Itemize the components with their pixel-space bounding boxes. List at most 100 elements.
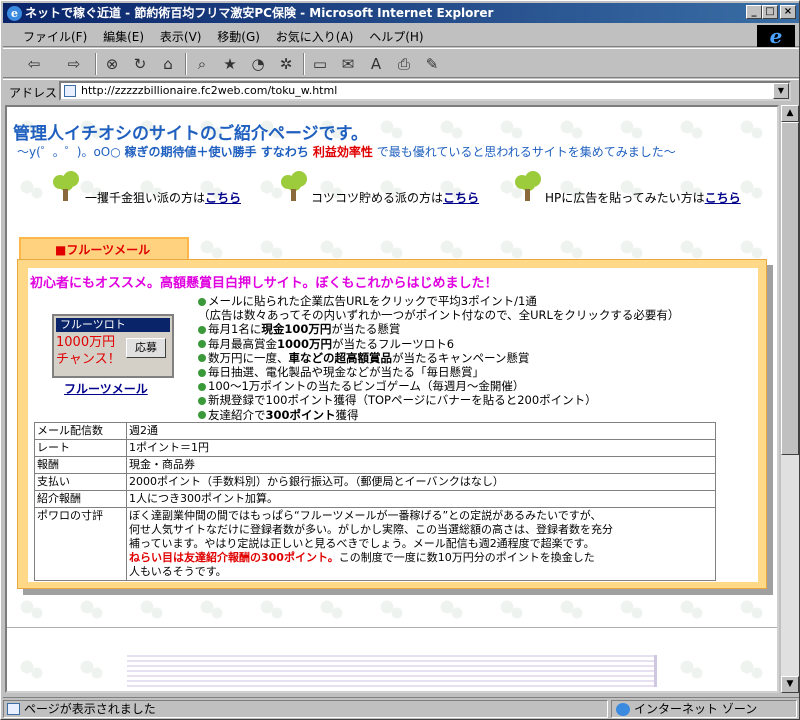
- ie-logo-icon: e: [757, 25, 795, 47]
- status-bar: ページが表示されました インターネット ゾーン: [3, 697, 799, 719]
- feature-item: 数万円に一度、車などの超高額賞品が当たるキャンペーン懸賞: [198, 351, 758, 365]
- table-row: 紹介報酬 1人につき300ポイント加算。: [34, 490, 716, 508]
- toolbar: ⇦ ⇨ ⊗ ↻ ⌂ ⌕ ★ ◔ ✲ ▭ ✉ A ⎙ ✎: [3, 48, 799, 78]
- review-text: ぼく達副業仲間の間ではもっぱら“フルーツメールが一番稼げる”との定説があるみたい…: [126, 507, 716, 581]
- banner-apply-button[interactable]: 応募: [126, 338, 166, 358]
- mail-icon[interactable]: ✉: [337, 53, 359, 75]
- section-tab: ■フルーツメール: [19, 237, 189, 261]
- menu-favorites[interactable]: お気に入り(A): [270, 25, 360, 48]
- subtitle-red: 利益効率性: [308, 145, 373, 159]
- back-icon[interactable]: ⇦: [23, 53, 45, 75]
- nav-link-ads[interactable]: こちら: [705, 191, 741, 205]
- status-text-panel: ページが表示されました: [3, 700, 608, 718]
- status-text: ページが表示されました: [24, 702, 156, 716]
- nav-text: 一攫千金狙い派の方は: [85, 191, 206, 205]
- feature-item: 100～1万ポイントの当たるビンゴゲーム（毎週月～金開催）: [198, 379, 758, 393]
- subtitle-rest: で最も優れていると思われるサイトを集めてみました～: [372, 145, 676, 159]
- nav-item-steady: コツコツ貯める派の方はこちら: [311, 189, 479, 206]
- menu-go[interactable]: 移動(G): [211, 25, 266, 48]
- table-value: 1ポイント＝1円: [126, 439, 716, 457]
- table-row: レート 1ポイント＝1円: [34, 439, 716, 457]
- stop-icon[interactable]: ⊗: [101, 53, 123, 75]
- font-icon[interactable]: A: [365, 53, 387, 75]
- address-dropdown-icon[interactable]: ▼: [773, 83, 789, 99]
- table-value: 1人につき300ポイント加算。: [126, 490, 716, 508]
- info-table: メール配信数 週2通 レート 1ポイント＝1円 報酬 現金・商品券 支払い 2000ポイ…: [34, 422, 716, 581]
- table-key: 支払い: [34, 473, 127, 491]
- banner-line2: チャンス！: [56, 352, 121, 367]
- banner-title: フルーツロト: [56, 318, 170, 332]
- vertical-scrollbar[interactable]: ▲ ▼: [781, 105, 799, 693]
- bullet-icon: [198, 368, 206, 377]
- page-subtitle: ～y(゜。゜)。oO○ 稼ぎの期待値＋使い勝手 すなわち 利益効率性 で最も優れ…: [17, 143, 676, 160]
- forward-icon[interactable]: ⇨: [63, 53, 85, 75]
- page-done-icon: [7, 703, 20, 715]
- edit-icon[interactable]: ✎: [421, 53, 443, 75]
- tree-icon: [513, 171, 543, 201]
- address-label: アドレス: [9, 86, 58, 100]
- table-key: レート: [34, 439, 127, 457]
- globe-icon: [616, 703, 630, 716]
- status-zone-panel: インターネット ゾーン: [611, 700, 797, 718]
- channels-icon[interactable]: ✲: [275, 53, 297, 75]
- refresh-icon[interactable]: ↻: [129, 53, 151, 75]
- search-icon[interactable]: ⌕: [191, 53, 213, 75]
- bullet-icon: [198, 354, 206, 363]
- fruitmail-link[interactable]: フルーツメール: [64, 380, 148, 397]
- close-button[interactable]: ×: [780, 5, 796, 19]
- nav-text: HPに広告を貼ってみたい方は: [545, 191, 705, 205]
- feature-item: 毎月最高賞金1000万円が当たるフルーツロト6: [198, 337, 758, 351]
- menu-view[interactable]: 表示(V): [154, 25, 208, 48]
- table-key: ポワロの寸評: [34, 507, 127, 581]
- minimize-button[interactable]: _: [746, 5, 762, 19]
- table-key: 紹介報酬: [34, 490, 127, 508]
- bullet-icon: [198, 411, 206, 420]
- browser-window: e ネットで稼ぐ近道 - 節約術百均フリマ激安PC保険 - Microsoft …: [0, 0, 800, 720]
- table-key: 報酬: [34, 456, 127, 474]
- menu-bar: ファイル(F) 編集(E) 表示(V) 移動(G) お気に入り(A) ヘルプ(H…: [3, 25, 799, 47]
- feature-item: メールに貼られた企業広告URLをクリックで平均3ポイント/1通: [198, 294, 758, 308]
- window-title: ネットで稼ぐ近道 - 節約術百均フリマ激安PC保険 - Microsoft In…: [25, 6, 494, 20]
- table-value: 現金・商品券: [126, 456, 716, 474]
- feature-item: 毎月1名に現金100万円が当たる懸賞: [198, 322, 758, 336]
- bullet-icon: [198, 396, 206, 405]
- review-highlight: ねらい目は友達紹介報酬の300ポイント。: [129, 551, 339, 564]
- maximize-button[interactable]: □: [762, 5, 778, 19]
- table-row: 報酬 現金・商品券: [34, 456, 716, 474]
- page-title: 管理人イチオシのサイトのご紹介ページです。: [13, 124, 368, 144]
- address-input[interactable]: http://zzzzzbillionaire.fc2web.com/toku_…: [59, 81, 791, 101]
- nav-item-ads: HPに広告を貼ってみたい方はこちら: [545, 189, 741, 206]
- scroll-up-icon[interactable]: ▲: [781, 105, 799, 122]
- site-card: 初心者にもオススメ。高額懸賞目白押しサイト。ぼくもこれからはじめました！ フルー…: [17, 259, 767, 589]
- bullet-icon: [198, 382, 206, 391]
- table-value: 週2通: [126, 422, 716, 440]
- favorites-icon[interactable]: ★: [219, 53, 241, 75]
- nav-link-jackpot[interactable]: こちら: [205, 191, 241, 205]
- history-icon[interactable]: ◔: [247, 53, 269, 75]
- scroll-thumb[interactable]: [781, 122, 799, 455]
- fruit-loto-banner[interactable]: フルーツロト 1000万円 チャンス！ 応募: [52, 314, 174, 378]
- home-icon[interactable]: ⌂: [157, 53, 179, 75]
- banner-line1: 1000万円: [56, 335, 116, 350]
- site-card-body: 初心者にもオススメ。高額懸賞目白押しサイト。ぼくもこれからはじめました！ フルー…: [28, 268, 758, 582]
- card-headline: 初心者にもオススメ。高額懸賞目白押しサイト。ぼくもこれからはじめました！: [30, 276, 498, 291]
- menu-help[interactable]: ヘルプ(H): [363, 25, 429, 48]
- subtitle-face: ～y(゜。゜)。oO○: [17, 145, 125, 159]
- ie-small-icon: e: [7, 6, 22, 21]
- scroll-down-icon[interactable]: ▼: [781, 676, 799, 693]
- fullscreen-icon[interactable]: ▭: [309, 53, 331, 75]
- nav-item-jackpot: 一攫千金狙い派の方はこちら: [85, 189, 241, 206]
- feature-list: メールに貼られた企業広告URLをクリックで平均3ポイント/1通 （広告は数々あっ…: [198, 294, 758, 422]
- print-icon[interactable]: ⎙: [393, 53, 415, 75]
- menu-file[interactable]: ファイル(F): [17, 25, 93, 48]
- feature-item: 新規登録で100ポイント獲得（TOPページにバナーを貼ると200ポイント）: [198, 393, 758, 407]
- address-bar: アドレス http://zzzzzbillionaire.fc2web.com/…: [3, 79, 799, 103]
- menu-edit[interactable]: 編集(E): [97, 25, 150, 48]
- table-key: メール配信数: [34, 422, 127, 440]
- bullet-icon: [198, 297, 206, 306]
- nav-link-steady[interactable]: こちら: [443, 191, 479, 205]
- page-content: 管理人イチオシのサイトのご紹介ページです。 ～y(゜。゜)。oO○ 稼ぎの期待値…: [5, 105, 779, 693]
- banner-text: 1000万円 チャンス！: [56, 334, 121, 368]
- feature-item: 友達紹介で300ポイント獲得: [198, 408, 758, 422]
- tree-icon: [51, 171, 81, 201]
